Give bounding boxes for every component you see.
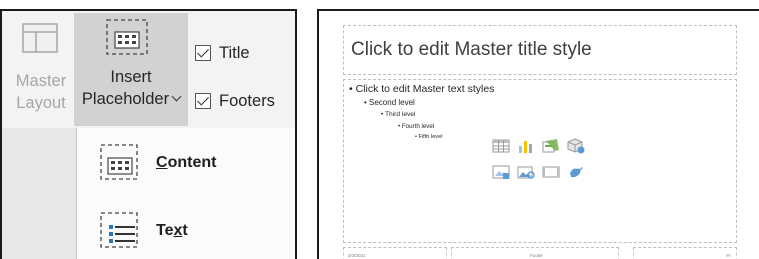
menu-item-text-label: Text xyxy=(156,222,188,239)
content-placeholder[interactable]: • Click to edit Master text styles • Sec… xyxy=(343,79,737,243)
text-level-2: • Second level xyxy=(364,98,415,107)
checkmark-icon xyxy=(195,45,211,61)
footers-checkbox-label: Footers xyxy=(219,91,275,110)
footer-placeholder-text: Footer xyxy=(530,253,544,258)
insert-smartart-icon[interactable] xyxy=(542,138,560,154)
slide-number-placeholder-text: ‹#› xyxy=(725,253,732,258)
title-checkbox-label: Title xyxy=(219,43,250,62)
insert-table-icon[interactable] xyxy=(492,138,510,154)
checkmark-icon xyxy=(195,93,211,109)
insert-placeholder-icon xyxy=(106,19,148,55)
menu-item-content[interactable]: Content xyxy=(77,132,295,196)
ribbon-panel: Master Layout Insert Placeholder Title F… xyxy=(0,9,297,259)
footer-placeholder[interactable]: Footer xyxy=(451,247,619,259)
content-insert-icons xyxy=(492,138,592,186)
chevron-down-icon xyxy=(171,91,182,102)
insert-placeholder-menu: Content Text xyxy=(76,128,295,259)
slide-master-preview: Click to edit Master title style • Click… xyxy=(317,9,759,259)
insert-video-icon[interactable] xyxy=(542,164,560,180)
insert-online-picture-icon[interactable] xyxy=(517,164,535,180)
insert-placeholder-button[interactable]: Insert Placeholder xyxy=(74,13,188,126)
text-level-4: • Fourth level xyxy=(398,123,435,130)
date-placeholder[interactable]: 3/3/2021 xyxy=(343,247,447,259)
insert-icons-icon[interactable] xyxy=(567,164,585,180)
date-placeholder-text: 3/3/2021 xyxy=(348,253,366,258)
text-level-1: • Click to edit Master text styles xyxy=(349,83,495,95)
insert-chart-icon[interactable] xyxy=(517,138,535,154)
content-placeholder-icon xyxy=(100,144,138,180)
text-level-3: • Third level xyxy=(381,111,416,118)
slide-layout-icon xyxy=(22,23,58,53)
title-placeholder-text: Click to edit Master title style xyxy=(351,39,592,60)
master-layout-label-line2: Layout xyxy=(16,94,66,112)
text-level-5: • Fifth level xyxy=(415,134,443,140)
footers-checkbox[interactable]: Footers xyxy=(195,89,275,113)
menu-item-text[interactable]: Text xyxy=(77,200,295,259)
title-checkbox[interactable]: Title xyxy=(195,41,250,65)
title-placeholder[interactable]: Click to edit Master title style xyxy=(343,25,737,75)
text-placeholder-icon xyxy=(100,212,138,248)
insert-placeholder-label-line1: Insert xyxy=(110,68,152,86)
master-layout-label-line1: Master xyxy=(15,72,67,90)
slide-number-placeholder[interactable]: ‹#› xyxy=(633,247,737,259)
insert-3d-model-icon[interactable] xyxy=(567,138,585,154)
master-layout-button[interactable]: Master Layout xyxy=(10,15,72,125)
insert-placeholder-label-line2: Placeholder xyxy=(81,90,170,108)
insert-picture-icon[interactable] xyxy=(492,164,510,180)
ribbon-master-layout-group: Master Layout Insert Placeholder Title F… xyxy=(2,11,295,128)
menu-item-content-label: Content xyxy=(156,154,217,171)
